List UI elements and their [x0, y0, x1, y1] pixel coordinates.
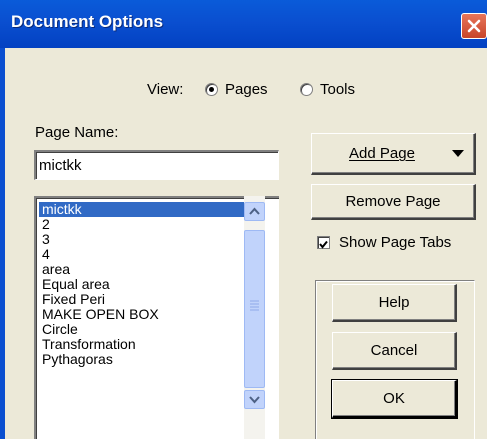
- chevron-down-icon: [249, 396, 260, 404]
- list-item[interactable]: 3: [39, 232, 53, 247]
- page-name-label: Page Name:: [35, 124, 119, 141]
- document-options-dialog: Document Options View: Pages Tools Page …: [0, 0, 487, 439]
- chevron-up-icon: [249, 207, 260, 215]
- cancel-button[interactable]: Cancel: [332, 332, 457, 370]
- title-bar[interactable]: Document Options: [0, 0, 487, 48]
- list-item[interactable]: 2: [39, 217, 53, 232]
- list-item-selected[interactable]: mictkk: [39, 202, 245, 217]
- page-name-value: mictkk: [39, 157, 82, 174]
- list-item[interactable]: Equal area: [39, 277, 113, 292]
- window-frame-left: [0, 48, 5, 439]
- close-button[interactable]: [461, 13, 487, 39]
- list-item[interactable]: MAKE OPEN BOX: [39, 307, 162, 322]
- list-item[interactable]: Pythagoras: [39, 352, 116, 367]
- list-item[interactable]: Fixed Peri: [39, 292, 108, 307]
- remove-page-button[interactable]: Remove Page: [311, 184, 476, 220]
- view-label: View:: [147, 81, 184, 98]
- add-page-button[interactable]: Add Page: [311, 133, 476, 175]
- radio-pages[interactable]: [205, 83, 218, 96]
- radio-tools-label[interactable]: Tools: [320, 81, 355, 98]
- window-title: Document Options: [11, 12, 164, 31]
- grip-icon: [250, 300, 259, 311]
- list-item[interactable]: Circle: [39, 322, 81, 337]
- list-item[interactable]: Transformation: [39, 337, 139, 352]
- list-scrollbar[interactable]: [244, 196, 265, 439]
- radio-pages-label[interactable]: Pages: [225, 81, 268, 98]
- close-icon: [467, 19, 481, 33]
- add-page-label: Add Page: [349, 145, 415, 162]
- list-item[interactable]: 4: [39, 247, 53, 262]
- pages-list[interactable]: mictkk 2 3 4 area Equal area Fixed Peri …: [34, 196, 279, 439]
- help-button[interactable]: Help: [332, 284, 457, 322]
- scroll-thumb[interactable]: [244, 230, 265, 388]
- list-item[interactable]: area: [39, 262, 73, 277]
- show-page-tabs-checkbox[interactable]: [317, 236, 330, 249]
- checkmark-icon: [319, 240, 328, 249]
- radio-selected-dot: [209, 87, 214, 92]
- radio-tools[interactable]: [300, 83, 313, 96]
- scroll-up-button[interactable]: [244, 202, 265, 221]
- triangle-down-icon: [452, 150, 464, 157]
- page-name-input[interactable]: mictkk: [34, 150, 279, 180]
- ok-button[interactable]: OK: [331, 379, 458, 419]
- scroll-down-button[interactable]: [244, 390, 265, 409]
- show-page-tabs-label[interactable]: Show Page Tabs: [339, 234, 451, 251]
